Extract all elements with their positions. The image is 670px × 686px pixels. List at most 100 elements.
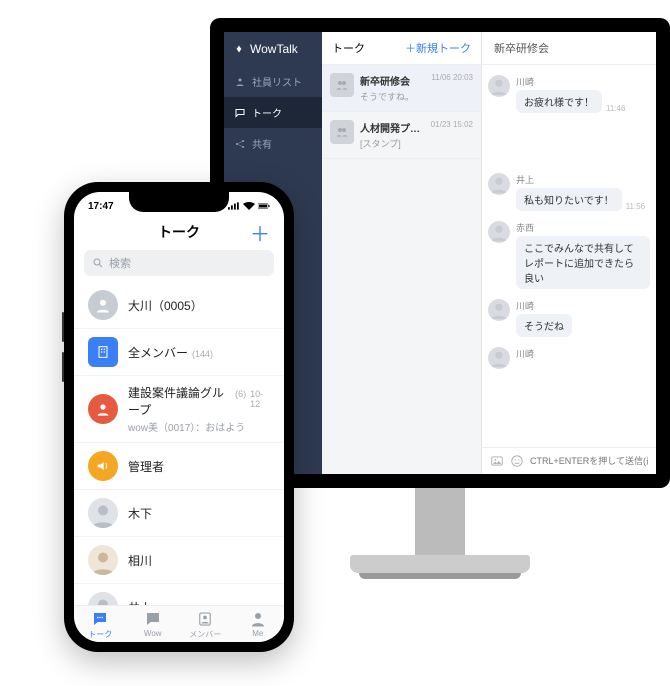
- chat-bubble-icon: [91, 610, 109, 628]
- talk-item-time: 11/06 20:03: [431, 73, 473, 88]
- new-talk-button[interactable]: ＋新規トーク: [405, 40, 471, 56]
- message-bubble: ここでみんなで共有してレポートに追加できたら良い: [516, 236, 650, 289]
- item-name: 大川（0005）: [128, 297, 203, 314]
- avatar: [488, 75, 510, 97]
- message-sender: 井上: [516, 173, 645, 186]
- list-item[interactable]: 管理者: [74, 443, 284, 490]
- chat-message: 川崎: [488, 347, 650, 369]
- message-time: 11:56: [626, 202, 645, 211]
- wifi-icon: [243, 201, 255, 211]
- nav-talk-label: トーク: [252, 105, 282, 120]
- item-preview: wow美（0017）：おはよう: [128, 419, 270, 434]
- talk-list-header: トーク ＋新規トーク: [322, 32, 481, 65]
- list-item[interactable]: 相川: [74, 537, 284, 584]
- signal-icon: [228, 201, 240, 211]
- avatar-photo: [88, 498, 118, 528]
- phone-header: トーク ＋: [74, 216, 284, 250]
- battery-icon: [258, 201, 270, 211]
- message-sender: 赤西: [516, 221, 650, 234]
- item-name: 建設案件議論グループ: [128, 384, 231, 418]
- list-item[interactable]: 全メンバー (144): [74, 329, 284, 376]
- group-avatar-icon: [330, 120, 354, 144]
- item-count: (144): [192, 349, 213, 359]
- monitor-stand-base: [350, 555, 530, 573]
- item-name: 相川: [128, 552, 152, 569]
- chat-text-input[interactable]: [530, 456, 648, 466]
- nav-share-label: 共有: [252, 136, 272, 151]
- wowtalk-logo-icon: [232, 42, 246, 56]
- phone-screen: 17:47 トーク ＋ 検索 大川（0005） 全メンバー (144): [74, 192, 284, 642]
- talk-item-time: 01/23 15:02: [431, 120, 473, 135]
- phone-notch: [129, 192, 229, 212]
- avatar: [488, 221, 510, 243]
- desktop-talk-list: トーク ＋新規トーク 新卒研修会 11/06 20:03 そうですね。: [322, 32, 482, 474]
- members-icon: [196, 610, 214, 628]
- search-placeholder: 検索: [109, 255, 131, 271]
- item-name: 木下: [128, 505, 152, 522]
- message-bubble: お疲れ様です！: [516, 90, 602, 113]
- talk-item-preview: [スタンプ]: [360, 137, 473, 150]
- phone-title: トーク: [158, 222, 200, 242]
- phone-talk-list[interactable]: 大川（0005） 全メンバー (144) 建設案件議論グループ (6) 10-12…: [74, 282, 284, 605]
- tab-me[interactable]: Me: [232, 610, 285, 640]
- tab-wow[interactable]: Wow: [127, 610, 180, 640]
- phone-tab-bar: トーク Wow メンバー Me: [74, 605, 284, 642]
- list-item[interactable]: 建設案件議論グループ (6) 10-12 wow美（0017）：おはよう: [74, 376, 284, 443]
- nav-share[interactable]: 共有: [224, 128, 322, 159]
- group-avatar-icon: [330, 73, 354, 97]
- person-icon: [88, 290, 118, 320]
- avatar: [488, 347, 510, 369]
- chat-body: 川崎 お疲れ様です！ 11:46 井上 私も知りたいです！ 1: [482, 65, 656, 447]
- status-time: 17:47: [88, 201, 114, 212]
- emoji-icon[interactable]: [510, 454, 524, 468]
- wow-icon: [144, 610, 162, 628]
- chat-message: 川崎 そうだね: [488, 299, 650, 337]
- chat-title: 新卒研修会: [482, 32, 656, 65]
- people-icon: [234, 76, 246, 88]
- list-item[interactable]: 大川（0005）: [74, 282, 284, 329]
- tab-label: Me: [252, 629, 263, 638]
- search-field[interactable]: 検索: [84, 250, 274, 276]
- item-count: (6): [235, 389, 246, 399]
- item-time: 10-12: [250, 389, 270, 409]
- talk-item-title: 新卒研修会: [360, 73, 410, 88]
- avatar-photo: [88, 545, 118, 575]
- message-sender: 川崎: [516, 299, 572, 312]
- message-bubble: そうだね: [516, 314, 572, 337]
- item-name: 全メンバー: [128, 344, 188, 361]
- tab-members[interactable]: メンバー: [179, 610, 232, 640]
- nav-members[interactable]: 社員リスト: [224, 66, 322, 97]
- chat-input-bar: [482, 447, 656, 474]
- message-time: 11:46: [606, 104, 625, 113]
- search-icon: [92, 257, 104, 269]
- me-icon: [249, 610, 267, 628]
- chat-message: 赤西 ここでみんなで共有してレポートに追加できたら良い: [488, 221, 650, 289]
- avatar: [488, 299, 510, 321]
- phone-mockup: 17:47 トーク ＋ 検索 大川（0005） 全メンバー (144): [64, 182, 294, 652]
- list-item[interactable]: 井上: [74, 584, 284, 605]
- new-talk-plus-button[interactable]: ＋: [250, 218, 270, 247]
- speaker-icon: [88, 451, 118, 481]
- nav-talk[interactable]: トーク: [224, 97, 322, 128]
- avatar: [488, 173, 510, 195]
- talk-item-1[interactable]: 人材開発プロジ… 01/23 15:02 [スタンプ]: [322, 112, 481, 159]
- app-logo: WowTalk: [224, 32, 322, 66]
- nav-members-label: 社員リスト: [252, 74, 302, 89]
- image-icon[interactable]: [490, 454, 504, 468]
- item-name: 管理者: [128, 458, 164, 475]
- desktop-chat: 新卒研修会 川崎 お疲れ様です！ 11:46: [482, 32, 656, 474]
- tab-label: トーク: [88, 629, 112, 640]
- tab-label: Wow: [144, 629, 162, 638]
- share-icon: [234, 138, 246, 150]
- app-name: WowTalk: [250, 42, 298, 56]
- talk-item-0[interactable]: 新卒研修会 11/06 20:03 そうですね。: [322, 65, 481, 112]
- list-item[interactable]: 木下: [74, 490, 284, 537]
- message-bubble: 私も知りたいです！: [516, 188, 622, 211]
- chat-message: 川崎 お疲れ様です！ 11:46: [488, 75, 650, 113]
- building-icon: [88, 337, 118, 367]
- group-red-icon: [88, 394, 118, 424]
- monitor-stand-neck: [415, 488, 465, 558]
- tab-label: メンバー: [189, 629, 221, 640]
- tab-talk[interactable]: トーク: [74, 610, 127, 640]
- talk-item-preview: そうですね。: [360, 90, 473, 103]
